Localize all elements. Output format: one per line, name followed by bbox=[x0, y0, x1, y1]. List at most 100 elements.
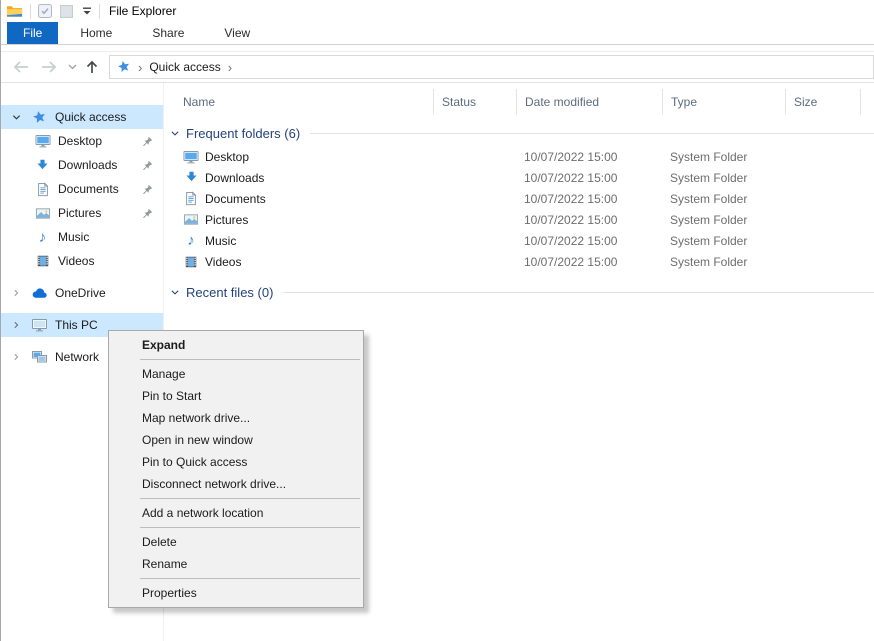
window-title: File Explorer bbox=[109, 4, 176, 18]
menu-item-rename[interactable]: Rename bbox=[109, 553, 363, 575]
ribbon-collapsed-area bbox=[1, 45, 874, 52]
file-row-music[interactable]: ♪ Music 10/07/2022 15:00 System Folder bbox=[164, 230, 874, 251]
chevron-down-icon[interactable] bbox=[170, 129, 180, 138]
column-header-size[interactable]: Size bbox=[785, 89, 861, 115]
group-header-recent-files[interactable]: Recent files (0) bbox=[164, 279, 874, 305]
title-bar: File Explorer bbox=[1, 0, 874, 22]
properties-check-icon[interactable] bbox=[38, 4, 52, 18]
chevron-right-icon[interactable] bbox=[10, 352, 22, 362]
menu-item-expand[interactable]: Expand bbox=[109, 334, 363, 356]
menu-item-manage[interactable]: Manage bbox=[109, 363, 363, 385]
group-rule bbox=[283, 292, 874, 293]
recent-locations-chevron-icon[interactable] bbox=[68, 64, 77, 70]
pin-icon bbox=[142, 208, 153, 219]
downloads-icon bbox=[34, 158, 51, 173]
sidebar-item-label: Videos bbox=[58, 254, 94, 268]
sidebar-item-onedrive[interactable]: OneDrive bbox=[1, 281, 163, 305]
menu-separator bbox=[140, 527, 360, 528]
customize-toolbar-dropdown-icon[interactable] bbox=[82, 7, 92, 15]
sidebar-item-label: This PC bbox=[55, 318, 98, 332]
menu-item-delete[interactable]: Delete bbox=[109, 531, 363, 553]
new-folder-icon[interactable] bbox=[60, 5, 73, 18]
sidebar-item-music[interactable]: ♪ Music bbox=[1, 225, 163, 249]
file-row-pictures[interactable]: Pictures 10/07/2022 15:00 System Folder bbox=[164, 209, 874, 230]
documents-icon bbox=[34, 182, 51, 197]
menu-item-map-network-drive[interactable]: Map network drive... bbox=[109, 407, 363, 429]
file-name: Music bbox=[205, 234, 236, 248]
tab-share[interactable]: Share bbox=[134, 22, 202, 44]
menu-separator bbox=[140, 359, 360, 360]
breadcrumb-location[interactable]: Quick access bbox=[149, 60, 220, 74]
network-icon bbox=[30, 350, 48, 364]
pictures-icon bbox=[34, 206, 51, 221]
music-icon: ♪ bbox=[34, 230, 51, 245]
breadcrumb-chevron-icon[interactable]: › bbox=[138, 61, 142, 74]
forward-arrow-icon[interactable] bbox=[40, 60, 58, 74]
ribbon-tab-bar: File Home Share View bbox=[1, 22, 874, 45]
sidebar-item-documents[interactable]: Documents bbox=[1, 177, 163, 201]
file-name: Pictures bbox=[205, 213, 248, 227]
navigation-bar: › Quick access › bbox=[1, 52, 874, 83]
file-row-downloads[interactable]: Downloads 10/07/2022 15:00 System Folder bbox=[164, 167, 874, 188]
file-type: System Folder bbox=[662, 188, 785, 209]
sidebar-item-downloads[interactable]: Downloads bbox=[1, 153, 163, 177]
this-pc-icon bbox=[30, 317, 48, 333]
chevron-right-icon[interactable] bbox=[10, 320, 22, 330]
sidebar-item-quick-access[interactable]: Quick access bbox=[1, 105, 163, 129]
tab-home[interactable]: Home bbox=[62, 22, 130, 44]
menu-item-pin-to-start[interactable]: Pin to Start bbox=[109, 385, 363, 407]
sidebar-item-videos[interactable]: Videos bbox=[1, 249, 163, 273]
up-arrow-icon[interactable] bbox=[84, 59, 100, 75]
column-header-status[interactable]: Status bbox=[433, 89, 516, 115]
column-header-name[interactable]: Name bbox=[164, 89, 433, 115]
pin-icon bbox=[142, 160, 153, 171]
videos-icon bbox=[34, 254, 51, 268]
menu-item-pin-to-quick-access[interactable]: Pin to Quick access bbox=[109, 451, 363, 473]
onedrive-icon bbox=[30, 288, 48, 299]
back-arrow-icon[interactable] bbox=[12, 60, 30, 74]
sidebar-item-desktop[interactable]: Desktop bbox=[1, 129, 163, 153]
column-header-date-modified[interactable]: Date modified bbox=[516, 89, 662, 115]
file-name: Desktop bbox=[205, 150, 249, 164]
desktop-icon bbox=[183, 149, 199, 165]
file-date-modified: 10/07/2022 15:00 bbox=[516, 167, 662, 188]
address-bar[interactable]: › Quick access › bbox=[109, 55, 874, 79]
file-date-modified: 10/07/2022 15:00 bbox=[516, 146, 662, 167]
chevron-down-icon[interactable] bbox=[170, 288, 180, 297]
file-date-modified: 10/07/2022 15:00 bbox=[516, 251, 662, 272]
file-type: System Folder bbox=[662, 230, 785, 251]
menu-item-open-in-new-window[interactable]: Open in new window bbox=[109, 429, 363, 451]
desktop-icon bbox=[34, 133, 51, 149]
tab-file[interactable]: File bbox=[7, 22, 58, 44]
menu-item-disconnect-network-drive[interactable]: Disconnect network drive... bbox=[109, 473, 363, 495]
chevron-right-icon[interactable] bbox=[10, 288, 22, 298]
music-icon: ♪ bbox=[183, 233, 199, 248]
file-status bbox=[433, 251, 516, 272]
chevron-down-icon[interactable] bbox=[10, 113, 22, 122]
sidebar-item-label: Music bbox=[58, 230, 89, 244]
menu-item-properties[interactable]: Properties bbox=[109, 582, 363, 604]
file-status bbox=[433, 209, 516, 230]
file-row-desktop[interactable]: Desktop 10/07/2022 15:00 System Folder bbox=[164, 146, 874, 167]
file-type: System Folder bbox=[662, 146, 785, 167]
file-explorer-window: File Explorer File Home Share View › Qui… bbox=[0, 0, 874, 641]
breadcrumb-chevron-icon[interactable]: › bbox=[228, 61, 232, 74]
group-header-label: Frequent folders (6) bbox=[186, 126, 300, 141]
file-row-videos[interactable]: Videos 10/07/2022 15:00 System Folder bbox=[164, 251, 874, 272]
menu-separator bbox=[140, 578, 360, 579]
menu-item-add-a-network-location[interactable]: Add a network location bbox=[109, 502, 363, 524]
file-status bbox=[433, 188, 516, 209]
column-header-type[interactable]: Type bbox=[662, 89, 785, 115]
pictures-icon bbox=[183, 212, 199, 227]
pin-icon bbox=[142, 136, 153, 147]
sidebar-item-pictures[interactable]: Pictures bbox=[1, 201, 163, 225]
toolbar-divider bbox=[30, 4, 31, 19]
file-row-documents[interactable]: Documents 10/07/2022 15:00 System Folder bbox=[164, 188, 874, 209]
sidebar-item-label: Pictures bbox=[58, 206, 101, 220]
group-header-frequent-folders[interactable]: Frequent folders (6) bbox=[164, 120, 874, 146]
group-header-label: Recent files (0) bbox=[186, 285, 273, 300]
pin-icon bbox=[142, 184, 153, 195]
tab-view[interactable]: View bbox=[206, 22, 268, 44]
file-name: Downloads bbox=[205, 171, 264, 185]
explorer-logo-icon bbox=[6, 4, 23, 18]
